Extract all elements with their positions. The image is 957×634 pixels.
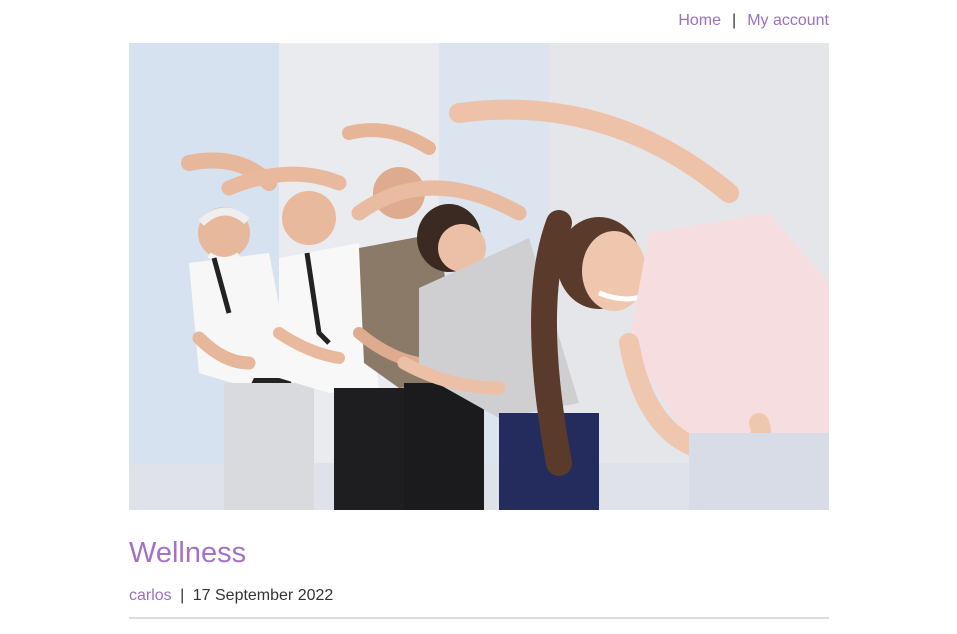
divider [129, 617, 829, 619]
post-title: Wellness [129, 537, 247, 569]
meta-separator: | [180, 587, 185, 604]
post-date: 17 September 2022 [192, 587, 334, 604]
top-navigation: Home | My account [678, 10, 829, 32]
author-link[interactable]: carlos [129, 587, 172, 604]
post-hero-image [129, 43, 829, 510]
my-account-link[interactable]: My account [747, 10, 829, 32]
group-exercise-photo [129, 43, 829, 510]
home-link[interactable]: Home [678, 10, 721, 32]
nav-separator: | [732, 12, 737, 29]
post-meta: carlos | 17 September 2022 [129, 585, 333, 607]
blog-post-page: Home | My account Wellness carlos | 17 S… [0, 0, 957, 634]
